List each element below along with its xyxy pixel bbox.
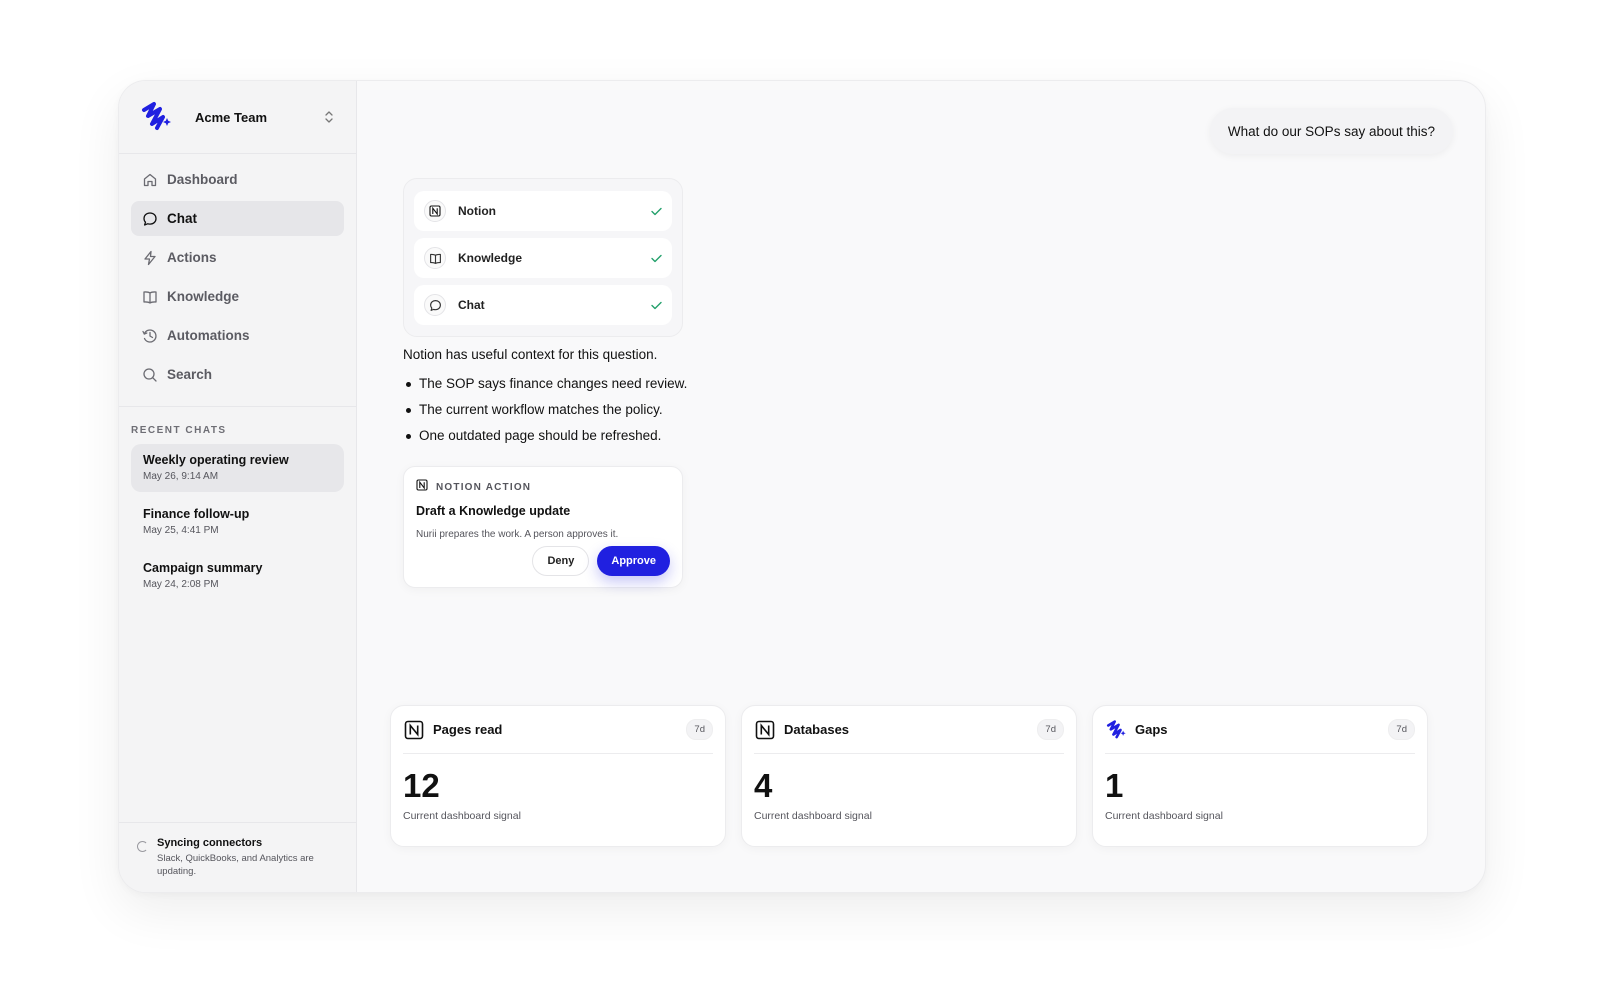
- clock-icon: [141, 327, 159, 345]
- sidebar-item-actions[interactable]: Actions: [131, 240, 344, 275]
- sidebar-item-dashboard[interactable]: Dashboard: [131, 162, 344, 197]
- action-title: Draft a Knowledge update: [416, 504, 571, 518]
- notion-icon: [424, 200, 446, 222]
- check-icon: [650, 299, 662, 311]
- stat-card-pages-read[interactable]: Pages read 7d 12 Current dashboard signa…: [390, 705, 726, 847]
- chat-bubble-icon: [141, 210, 159, 228]
- lightning-icon: [141, 249, 159, 267]
- team-switcher[interactable]: Acme Team: [119, 81, 356, 154]
- sidebar-item-label: Actions: [167, 250, 217, 265]
- stat-label: Pages read: [433, 722, 503, 737]
- source-label: Chat: [458, 298, 485, 312]
- notion-icon: [416, 478, 428, 496]
- source-row-notion[interactable]: Notion: [414, 191, 672, 231]
- period-badge: 7d: [1037, 719, 1064, 740]
- source-row-knowledge[interactable]: Knowledge: [414, 238, 672, 278]
- sidebar-item-search[interactable]: Search: [131, 357, 344, 392]
- sidebar-item-knowledge[interactable]: Knowledge: [131, 279, 344, 314]
- answer-intro: Notion has useful context for this quest…: [403, 347, 658, 362]
- recent-chat-title: Weekly operating review: [143, 453, 289, 467]
- sidebar-item-automations[interactable]: Automations: [131, 318, 344, 353]
- recent-chat-item[interactable]: Weekly operating review May 26, 9:14 AM: [131, 444, 344, 492]
- source-label: Knowledge: [458, 251, 523, 265]
- sync-title: Syncing connectors: [157, 837, 263, 849]
- source-row-chat[interactable]: Chat: [414, 285, 672, 325]
- recent-chat-item[interactable]: Finance follow-up May 25, 4:41 PM: [131, 498, 344, 546]
- recent-chat-date: May 25, 4:41 PM: [143, 525, 219, 536]
- recent-chats-heading: RECENT CHATS: [131, 425, 227, 436]
- deny-button[interactable]: Deny: [532, 546, 590, 576]
- stat-value: 1: [1105, 767, 1124, 804]
- team-name: Acme Team: [195, 109, 268, 125]
- nurii-logo-icon: [1105, 719, 1127, 741]
- stat-value: 12: [403, 767, 440, 804]
- answer-bullet: One outdated page should be refreshed.: [403, 428, 723, 443]
- answer-bullet: The current workflow matches the policy.: [403, 402, 723, 417]
- recent-chat-title: Campaign summary: [143, 561, 263, 575]
- chat-bubble-icon: [424, 294, 446, 316]
- sync-subtitle: Slack, QuickBooks, and Analytics are upd…: [157, 853, 314, 877]
- user-message: What do our SOPs say about this?: [1209, 108, 1453, 154]
- recent-chats-list: Weekly operating review May 26, 9:14 AM …: [119, 444, 356, 600]
- check-icon: [650, 252, 662, 264]
- book-icon: [141, 288, 159, 306]
- sidebar-item-label: Dashboard: [167, 172, 238, 187]
- recent-chat-item[interactable]: Campaign summary May 24, 2:08 PM: [131, 552, 344, 600]
- recent-chat-date: May 26, 9:14 AM: [143, 471, 219, 482]
- action-card: NOTION ACTION Draft a Knowledge update N…: [403, 466, 683, 588]
- recent-chat-title: Finance follow-up: [143, 507, 250, 521]
- period-badge: 7d: [1388, 719, 1415, 740]
- chevron-updown-icon[interactable]: [322, 110, 336, 124]
- period-badge: 7d: [686, 719, 713, 740]
- sync-status: Syncing connectors Slack, QuickBooks, an…: [119, 822, 356, 892]
- stat-value: 4: [754, 767, 773, 804]
- stat-subtitle: Current dashboard signal: [403, 810, 521, 822]
- nurii-logo-icon: [139, 100, 173, 134]
- sidebar-item-label: Knowledge: [167, 289, 240, 304]
- action-description: Nurii prepares the work. A person approv…: [416, 529, 619, 540]
- search-icon: [141, 366, 159, 384]
- sources-panel: Notion Knowledge Chat: [403, 178, 683, 337]
- book-icon: [424, 247, 446, 269]
- check-icon: [650, 205, 662, 217]
- recent-chat-date: May 24, 2:08 PM: [143, 579, 219, 590]
- stat-subtitle: Current dashboard signal: [754, 810, 872, 822]
- action-kicker: NOTION ACTION: [436, 481, 532, 493]
- stat-label: Databases: [784, 722, 850, 737]
- stats-row: Pages read 7d 12 Current dashboard signa…: [390, 705, 1428, 847]
- notion-icon: [403, 719, 425, 741]
- sidebar-item-label: Automations: [167, 328, 250, 343]
- sidebar: Acme Team Dashboard Chat Actions Knowled…: [119, 81, 357, 892]
- sidebar-nav: Dashboard Chat Actions Knowledge Automat…: [119, 154, 356, 407]
- stat-subtitle: Current dashboard signal: [1105, 810, 1223, 822]
- home-icon: [141, 171, 159, 189]
- approve-button[interactable]: Approve: [597, 546, 670, 576]
- source-label: Notion: [458, 204, 496, 218]
- spinner-icon: [137, 841, 148, 852]
- stat-card-databases[interactable]: Databases 7d 4 Current dashboard signal: [741, 705, 1077, 847]
- sidebar-item-label: Chat: [167, 211, 197, 226]
- answer-bullets: The SOP says finance changes need review…: [403, 376, 723, 443]
- assistant-answer: Notion has useful context for this quest…: [403, 347, 723, 454]
- answer-bullet: The SOP says finance changes need review…: [403, 376, 723, 391]
- stat-label: Gaps: [1135, 722, 1168, 737]
- notion-icon: [754, 719, 776, 741]
- sidebar-item-chat[interactable]: Chat: [131, 201, 344, 236]
- chat-main: What do our SOPs say about this? Notion …: [357, 81, 1485, 892]
- app-window: Acme Team Dashboard Chat Actions Knowled…: [118, 80, 1486, 893]
- stat-card-gaps[interactable]: Gaps 7d 1 Current dashboard signal: [1092, 705, 1428, 847]
- sidebar-item-label: Search: [167, 367, 213, 382]
